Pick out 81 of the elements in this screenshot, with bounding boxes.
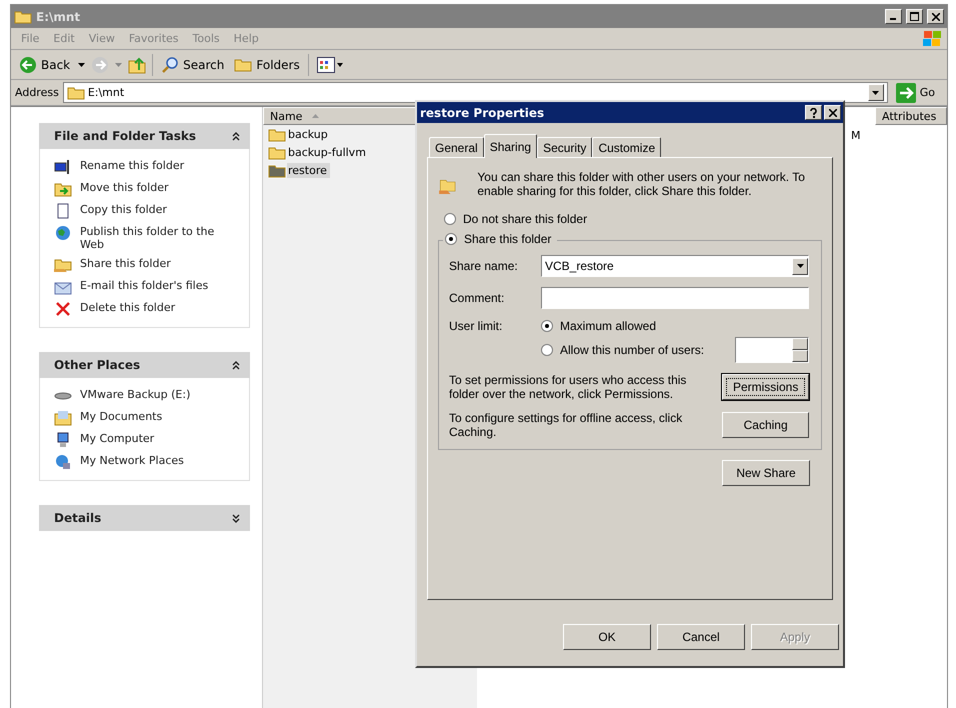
dropdown-button[interactable] xyxy=(868,84,884,101)
views-button[interactable] xyxy=(314,54,345,74)
panel-header[interactable]: Other Places xyxy=(39,352,250,378)
field-label: Share name: xyxy=(449,259,519,273)
tab[interactable]: Customize xyxy=(592,137,662,157)
task-link[interactable]: VMware Backup (E:) xyxy=(54,388,241,404)
task-link[interactable]: Publish this folder to the Web xyxy=(54,225,241,251)
close-button[interactable] xyxy=(927,9,944,24)
panel-header[interactable]: Details xyxy=(39,505,250,531)
folder-icon xyxy=(66,85,85,100)
tab[interactable]: Sharing xyxy=(484,134,538,158)
maximize-icon xyxy=(910,12,919,21)
share-name-combo[interactable]: VCB_restore xyxy=(541,255,809,277)
panel-header[interactable]: File and Folder Tasks xyxy=(39,123,250,149)
folder-arrow-icon xyxy=(54,181,72,197)
task-link[interactable]: Copy this folder xyxy=(54,203,241,219)
views-icon xyxy=(316,56,343,72)
column-header[interactable]: Attributes xyxy=(875,107,947,125)
folders-button[interactable]: Folders xyxy=(232,55,302,74)
network-icon xyxy=(54,454,72,470)
address-label: Address xyxy=(15,86,59,99)
task-link[interactable]: My Documents xyxy=(54,410,241,426)
caret-icon xyxy=(796,264,804,268)
file-name[interactable]: backup xyxy=(287,126,331,142)
task-link[interactable]: My Computer xyxy=(54,432,241,448)
expand-icon xyxy=(232,514,240,522)
documents-folder-icon xyxy=(54,410,72,426)
caret-icon xyxy=(872,90,880,94)
close-icon xyxy=(932,12,940,20)
file-name[interactable]: restore xyxy=(287,162,330,178)
caching-description: To configure settings for offline access, click Caching. xyxy=(449,411,684,439)
help-button[interactable] xyxy=(805,105,822,120)
permissions-button[interactable]: Permissions xyxy=(722,374,809,400)
folder-icon xyxy=(14,9,32,24)
user-count-spinner[interactable] xyxy=(735,337,809,363)
radio-option[interactable]: Maximum allowed xyxy=(541,319,809,333)
back-button[interactable]: Back xyxy=(17,54,72,76)
folder-icon xyxy=(268,144,286,160)
go-button[interactable]: Go xyxy=(892,82,943,102)
folder-icon xyxy=(234,57,252,72)
help-icon xyxy=(810,108,817,118)
maximize-button[interactable] xyxy=(906,9,923,24)
task-link[interactable]: Delete this folder xyxy=(54,301,241,317)
table-cell-text: M xyxy=(850,128,862,142)
permissions-description: To set permissions for users who access this folder over the network, click Permissions. xyxy=(449,373,688,401)
address-field[interactable]: E:\mnt xyxy=(62,82,888,103)
task-link[interactable]: My Network Places xyxy=(54,454,241,470)
folder-icon xyxy=(268,162,286,178)
sort-arrow-icon xyxy=(312,114,320,118)
file-name[interactable]: backup-fullvm xyxy=(287,144,369,160)
sharing-description: You can share this folder with other users on your network. To enable sharing for this folder, click Share this folder. xyxy=(477,170,806,200)
close-icon xyxy=(828,108,836,116)
rename-icon xyxy=(54,159,72,175)
windows-flag-icon xyxy=(921,30,943,48)
field-label: User limit: xyxy=(449,319,504,333)
dialog-button[interactable]: OK xyxy=(563,624,651,650)
radio-option[interactable]: Allow this number of users: xyxy=(541,343,704,357)
task-link[interactable]: Share this folder xyxy=(54,257,241,273)
search-icon xyxy=(161,56,180,74)
comment-field[interactable] xyxy=(541,287,809,309)
task-link[interactable]: E-mail this folder's files xyxy=(54,279,241,295)
tab[interactable]: General xyxy=(429,137,484,157)
new-share-button[interactable]: New Share xyxy=(722,460,810,486)
tab[interactable]: Security xyxy=(537,137,592,157)
dropdown-caret-icon[interactable] xyxy=(78,62,86,66)
caching-button[interactable]: Caching xyxy=(722,412,809,438)
dropdown-button[interactable] xyxy=(792,258,808,274)
window-title: E:\mnt xyxy=(36,10,82,24)
shared-folder-icon xyxy=(54,257,72,273)
radio-option[interactable]: Do not share this folder xyxy=(438,212,822,226)
delete-icon xyxy=(54,301,72,317)
collapse-icon xyxy=(232,132,240,140)
task-link[interactable]: Move this folder xyxy=(54,181,241,197)
collapse-icon xyxy=(232,360,240,370)
task-link[interactable]: Rename this folder xyxy=(54,159,241,175)
close-button[interactable] xyxy=(824,105,841,120)
search-button[interactable]: Search xyxy=(159,54,226,76)
minimize-button[interactable] xyxy=(885,9,902,24)
field-label: Comment: xyxy=(449,291,506,305)
globe-icon xyxy=(54,225,72,241)
dialog-button[interactable]: Cancel xyxy=(657,624,745,650)
